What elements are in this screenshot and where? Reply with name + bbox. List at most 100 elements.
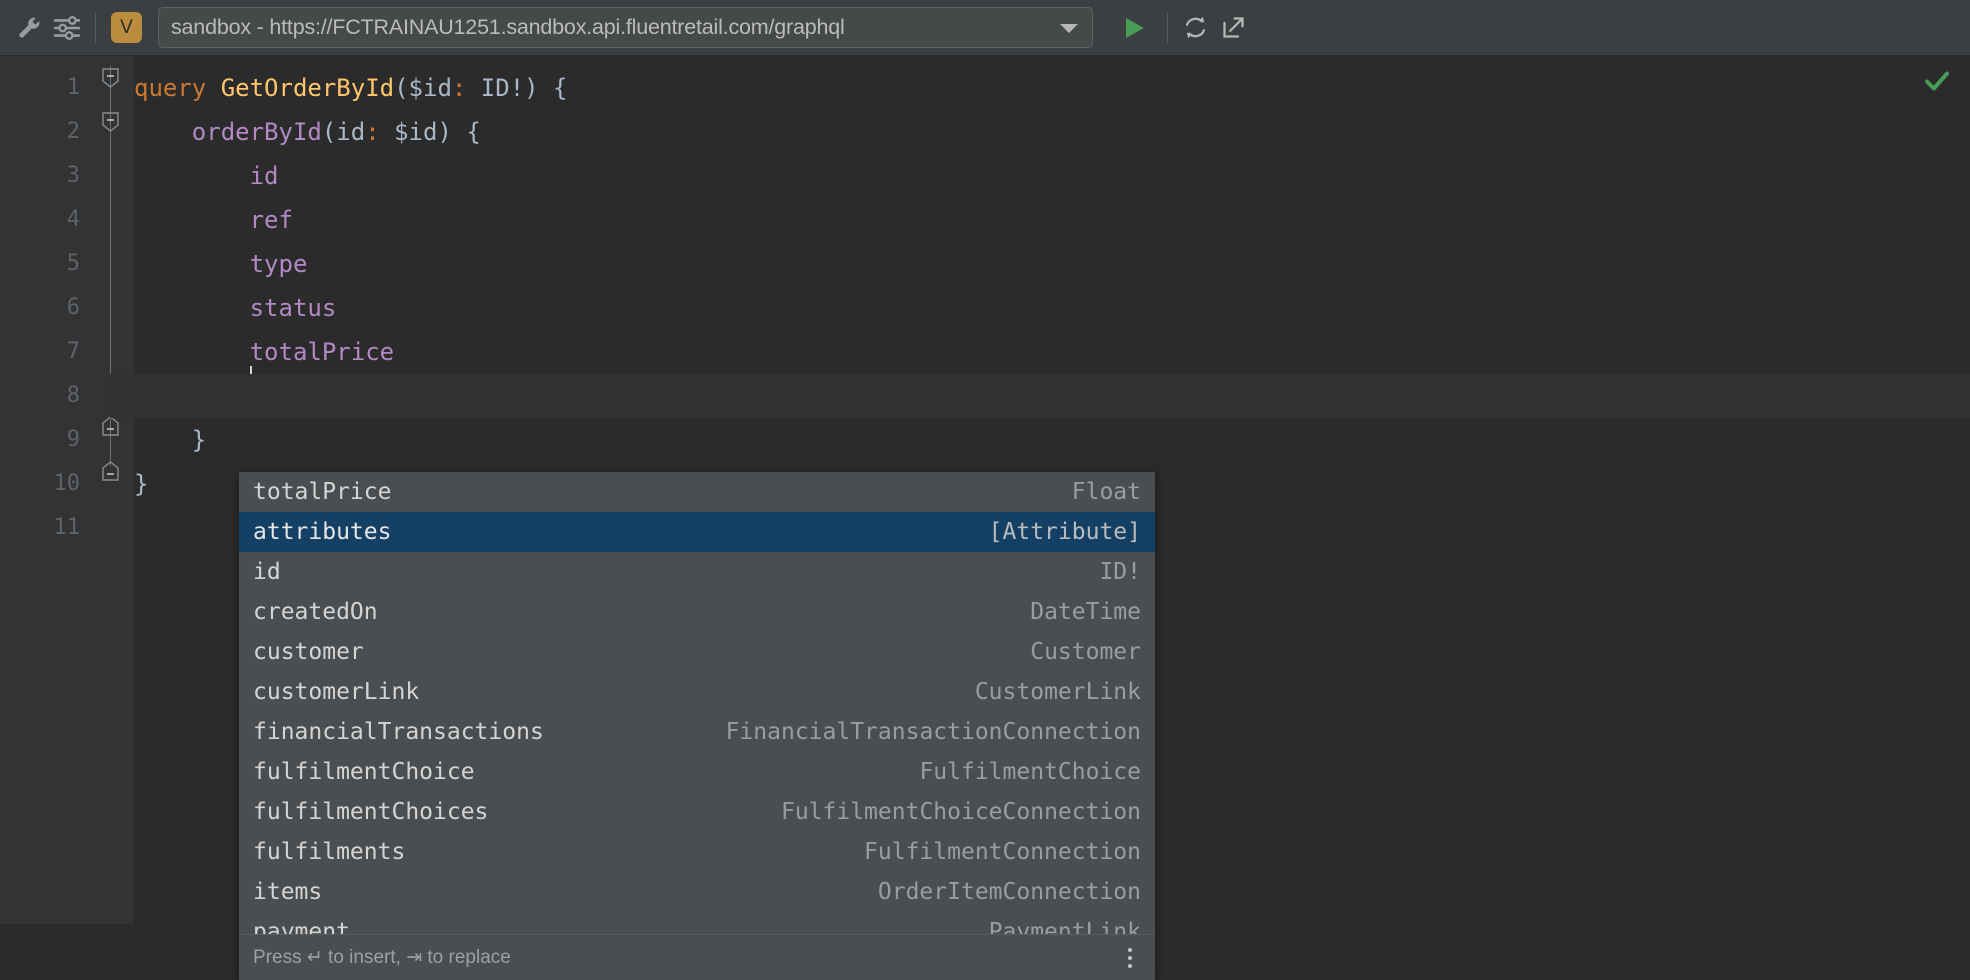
line-number: 8 xyxy=(0,374,80,418)
autocomplete-item-type: Float xyxy=(391,479,1141,505)
code-line[interactable]: } xyxy=(134,462,148,506)
autocomplete-item[interactable]: financialTransactionsFinancialTransactio… xyxy=(239,712,1155,752)
line-number: 9 xyxy=(0,418,80,462)
fold-marker-line-1[interactable] xyxy=(102,68,119,88)
code-token: ID! xyxy=(466,74,524,102)
code-token: ref xyxy=(250,206,293,234)
code-token: id xyxy=(336,118,365,146)
line-number: 6 xyxy=(0,286,80,330)
autocomplete-item[interactable]: totalPriceFloat xyxy=(239,472,1155,512)
line-number-gutter: 1234567891011 xyxy=(0,56,110,924)
toolbar-divider-1 xyxy=(95,13,96,43)
autocomplete-item-type: ID! xyxy=(281,559,1141,585)
autocomplete-item-label: fulfilmentChoices xyxy=(253,799,488,825)
line-number: 1 xyxy=(0,66,80,110)
autocomplete-footer: Press ↵ to insert, ⇥ to replace xyxy=(239,934,1155,980)
autocomplete-item[interactable]: paymentPaymentLink xyxy=(239,912,1155,934)
autocomplete-item-label: customer xyxy=(253,639,364,665)
autocomplete-item-label: id xyxy=(253,559,281,585)
autocomplete-item-type: FulfilmentChoiceConnection xyxy=(488,799,1141,825)
code-token: $id xyxy=(409,74,452,102)
autocomplete-item[interactable]: fulfilmentChoiceFulfilmentChoice xyxy=(239,752,1155,792)
autocomplete-item[interactable]: itemsOrderItemConnection xyxy=(239,872,1155,912)
sliders-settings-icon[interactable] xyxy=(48,9,86,47)
run-query-button[interactable] xyxy=(1115,9,1153,47)
code-token: type xyxy=(250,250,308,278)
code-token xyxy=(134,162,250,190)
autocomplete-item[interactable]: createdOnDateTime xyxy=(239,592,1155,632)
autocomplete-item[interactable]: fulfilmentChoicesFulfilmentChoiceConnect… xyxy=(239,792,1155,832)
code-folding-strip[interactable] xyxy=(110,56,134,924)
line-number: 4 xyxy=(0,198,80,242)
fold-marker-line-9[interactable] xyxy=(102,416,119,436)
code-line[interactable]: query GetOrderById($id: ID!) { xyxy=(134,66,568,110)
autocomplete-item-label: attributes xyxy=(253,519,391,545)
code-token: : xyxy=(452,74,466,102)
autocomplete-item[interactable]: customerLinkCustomerLink xyxy=(239,672,1155,712)
code-token: query xyxy=(134,74,206,102)
autocomplete-item-label: payment xyxy=(253,919,350,934)
more-options-kebab-icon[interactable] xyxy=(1119,945,1141,971)
code-token: $id xyxy=(380,118,438,146)
code-token: ( xyxy=(322,118,336,146)
fold-marker-line-10[interactable] xyxy=(102,461,119,481)
autocomplete-item-label: fulfilments xyxy=(253,839,405,865)
code-token xyxy=(134,206,250,234)
code-line[interactable]: totalPrice xyxy=(134,330,394,374)
code-line[interactable]: status xyxy=(134,286,336,330)
autocomplete-item-type: FinancialTransactionConnection xyxy=(544,719,1141,745)
code-token xyxy=(134,426,192,454)
wrench-icon[interactable] xyxy=(10,9,48,47)
code-line[interactable]: id xyxy=(134,154,279,198)
autocomplete-item[interactable]: fulfilmentsFulfilmentConnection xyxy=(239,832,1155,872)
reload-schema-icon[interactable] xyxy=(1176,9,1214,47)
autocomplete-item-type: OrderItemConnection xyxy=(322,879,1141,905)
autocomplete-item-label: fulfilmentChoice xyxy=(253,759,475,785)
line-number: 3 xyxy=(0,154,80,198)
open-external-icon[interactable] xyxy=(1214,9,1252,47)
fold-marker-line-2[interactable] xyxy=(102,112,119,132)
autocomplete-popup[interactable]: totalPriceFloatattributes[Attribute]idID… xyxy=(239,472,1155,980)
autocomplete-item-label: totalPrice xyxy=(253,479,391,505)
autocomplete-item-type: [Attribute] xyxy=(391,519,1141,545)
code-token: : xyxy=(365,118,379,146)
line-number: 2 xyxy=(0,110,80,154)
code-token: totalPrice xyxy=(250,338,395,366)
code-token: ) { xyxy=(437,118,480,146)
line-number: 7 xyxy=(0,330,80,374)
code-line[interactable]: } xyxy=(134,418,206,462)
validation-ok-check-icon xyxy=(1922,66,1952,96)
line-number: 5 xyxy=(0,242,80,286)
top-toolbar: V sandbox - https://FCTRAINAU1251.sandbo… xyxy=(0,0,1970,56)
line-number: 10 xyxy=(0,462,80,506)
autocomplete-item-type: FulfilmentChoice xyxy=(475,759,1141,785)
line-number: 11 xyxy=(0,506,80,550)
code-token xyxy=(134,338,250,366)
autocomplete-item-label: customerLink xyxy=(253,679,419,705)
autocomplete-item-label: financialTransactions xyxy=(253,719,544,745)
current-line-highlight xyxy=(110,374,1970,418)
autocomplete-item[interactable]: customerCustomer xyxy=(239,632,1155,672)
variables-badge[interactable]: V xyxy=(111,12,142,43)
code-token: orderById xyxy=(192,118,322,146)
code-token xyxy=(134,294,250,322)
autocomplete-item-type: Customer xyxy=(364,639,1141,665)
code-token: ( xyxy=(394,74,408,102)
autocomplete-hint: Press ↵ to insert, ⇥ to replace xyxy=(253,946,1119,969)
code-line[interactable]: orderById(id: $id) { xyxy=(134,110,481,154)
code-line[interactable]: ref xyxy=(134,198,293,242)
chevron-down-icon[interactable] xyxy=(1046,8,1092,47)
endpoint-combobox[interactable]: sandbox - https://FCTRAINAU1251.sandbox.… xyxy=(158,7,1093,48)
code-token xyxy=(134,118,192,146)
endpoint-value: sandbox - https://FCTRAINAU1251.sandbox.… xyxy=(159,15,1046,40)
autocomplete-item-type: CustomerLink xyxy=(419,679,1141,705)
code-token: GetOrderById xyxy=(221,74,394,102)
autocomplete-list[interactable]: totalPriceFloatattributes[Attribute]idID… xyxy=(239,472,1155,934)
autocomplete-item[interactable]: attributes[Attribute] xyxy=(239,512,1155,552)
autocomplete-item-label: items xyxy=(253,879,322,905)
code-line[interactable]: type xyxy=(134,242,307,286)
graphql-code-editor[interactable]: 1234567891011 query GetOrderById($id: ID… xyxy=(0,56,1970,924)
autocomplete-item[interactable]: idID! xyxy=(239,552,1155,592)
code-token: } xyxy=(134,470,148,498)
autocomplete-item-label: createdOn xyxy=(253,599,378,625)
